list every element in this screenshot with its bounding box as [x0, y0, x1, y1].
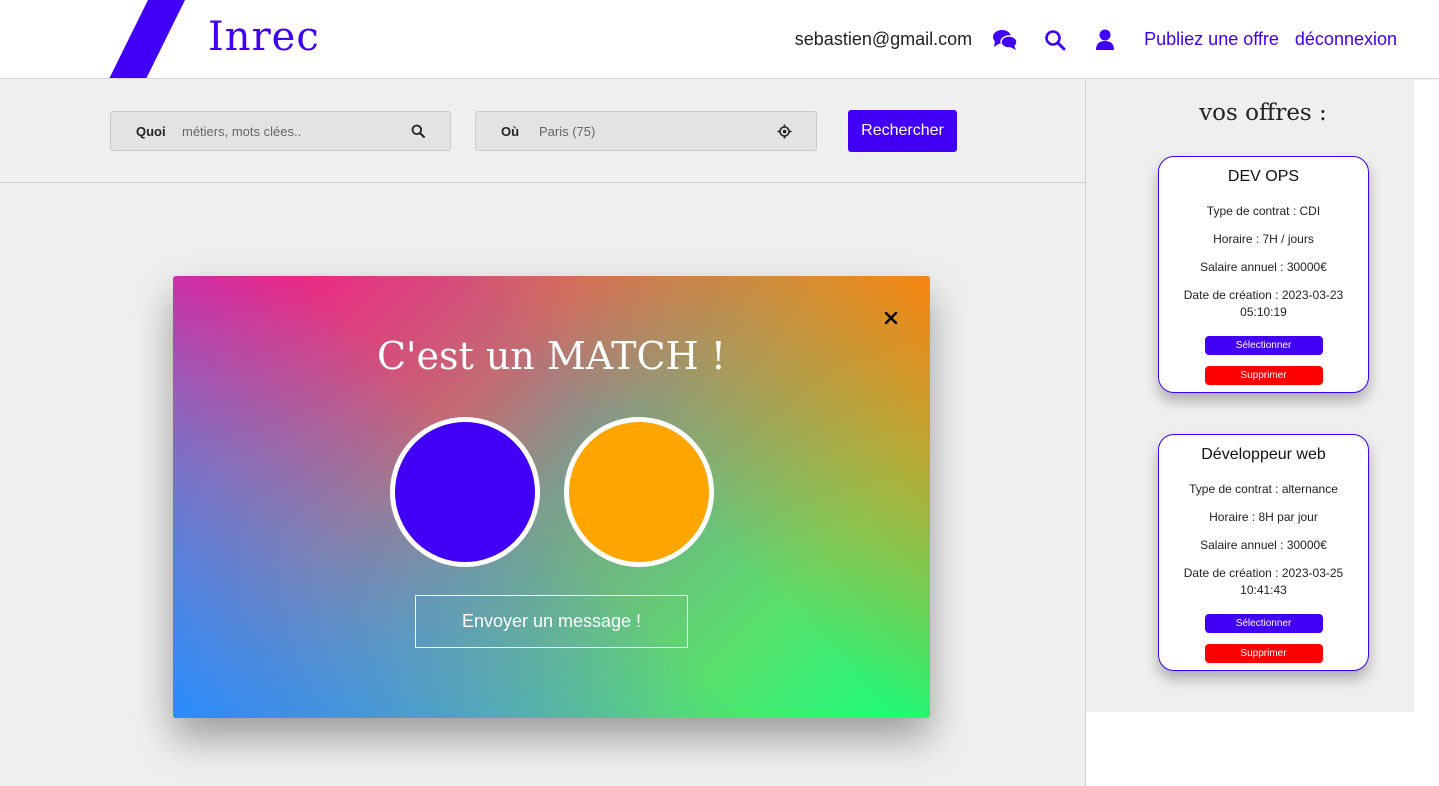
logo-slash-icon	[109, 0, 185, 78]
offer-contract: Type de contrat : CDI	[1206, 204, 1321, 218]
select-offer-button[interactable]: Sélectionner	[1204, 336, 1323, 355]
avatar	[564, 417, 714, 567]
delete-offer-button[interactable]: Supprimer	[1204, 366, 1323, 385]
offer-title: Développeur web	[1201, 446, 1326, 463]
search-icon[interactable]	[410, 123, 426, 139]
search-bar: Quoi Où Rechercher	[0, 80, 1085, 183]
search-icon[interactable]	[1042, 27, 1068, 53]
offer-created: Date de création : 2023-03-23 05:10:19	[1183, 288, 1344, 319]
offer-hours: Horaire : 8H par jour	[1209, 510, 1318, 524]
offers-title: vos offres :	[1199, 100, 1327, 126]
offer-created: Date de création : 2023-03-25 10:41:43	[1183, 566, 1344, 597]
send-message-button[interactable]: Envoyer un message !	[415, 595, 688, 648]
user-email: sebastien@gmail.com	[794, 29, 973, 49]
match-title: C'est un MATCH !	[376, 334, 727, 378]
top-nav: sebastien@gmail.com Publiez une offre dé…	[794, 0, 1397, 78]
offer-contract: Type de contrat : alternance	[1189, 482, 1338, 496]
locate-icon[interactable]	[776, 123, 792, 139]
offer-card: DEV OPS Type de contrat : CDI Horaire : …	[1158, 156, 1369, 393]
offer-salary: Salaire annuel : 30000€	[1200, 260, 1327, 274]
publish-offer-link[interactable]: Publiez une offre	[1144, 29, 1279, 50]
where-input[interactable]	[539, 123, 776, 139]
close-icon[interactable]	[882, 309, 900, 327]
offer-hours: Horaire : 7H / jours	[1213, 232, 1314, 246]
what-label: Quoi	[136, 123, 166, 139]
select-offer-button[interactable]: Sélectionner	[1204, 614, 1323, 633]
match-modal: C'est un MATCH ! Envoyer un message !	[173, 276, 930, 718]
what-field: Quoi	[110, 111, 451, 151]
offer-salary: Salaire annuel : 30000€	[1200, 538, 1327, 552]
chat-icon[interactable]	[992, 27, 1018, 53]
top-header: Inrec sebastien@gmail.com Publiez une of…	[0, 0, 1439, 79]
what-input[interactable]	[182, 123, 410, 139]
offers-sidebar: vos offres : DEV OPS Type de contrat : C…	[1085, 80, 1439, 786]
logout-link[interactable]: déconnexion	[1295, 29, 1397, 50]
offer-title: DEV OPS	[1227, 168, 1300, 185]
offer-card: Développeur web Type de contrat : altern…	[1158, 434, 1369, 671]
delete-offer-button[interactable]: Supprimer	[1204, 644, 1323, 663]
logo[interactable]: Inrec	[208, 14, 320, 60]
search-button[interactable]: Rechercher	[848, 110, 957, 152]
user-icon[interactable]	[1092, 27, 1118, 53]
avatar	[390, 417, 540, 567]
where-field: Où	[475, 111, 817, 151]
where-label: Où	[501, 123, 520, 139]
